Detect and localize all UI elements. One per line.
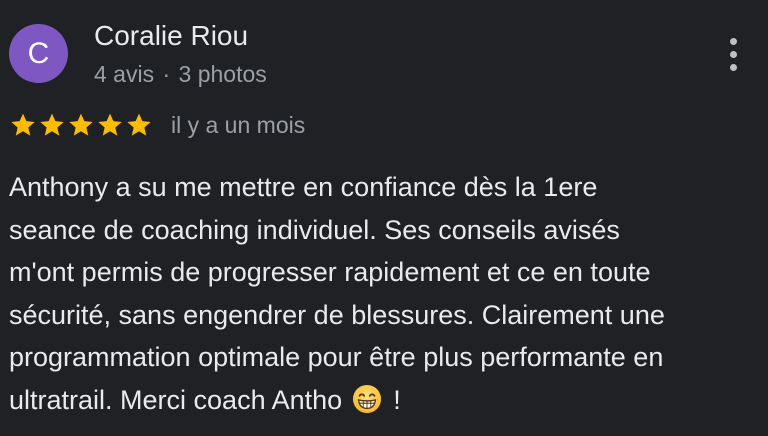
star-rating — [9, 111, 153, 139]
review-text-line: m'ont permis de progresser rapidement et… — [9, 257, 651, 287]
star-icon — [40, 113, 64, 136]
photo-count: 3 photos — [178, 61, 267, 87]
review-date: il y a un mois — [171, 112, 306, 138]
review-text-suffix: ! — [393, 384, 401, 415]
star-icon — [98, 113, 122, 136]
meta-separator: · — [162, 61, 171, 87]
avatar-initial: C — [27, 36, 50, 70]
star-icon — [127, 113, 151, 136]
avatar[interactable]: C — [9, 24, 68, 83]
review-card: C Coralie Riou 4 avis · 3 photos il y a … — [0, 0, 768, 436]
author-meta: 4 avis · 3 photos — [94, 59, 267, 89]
rating-row: il y a un mois — [9, 108, 305, 142]
more-options-button[interactable] — [716, 32, 750, 76]
more-vert-icon-dot — [729, 63, 737, 71]
review-count: 4 avis — [94, 61, 155, 87]
star-icon — [11, 113, 35, 136]
review-text-line: sécurité, sans engendrer de blessures. C… — [9, 299, 665, 330]
grin-emoji-icon — [352, 384, 381, 413]
review-text-line: seance de coaching individuel. Ses conse… — [9, 214, 620, 245]
review-text-line: programmation optimale pour être plus pe… — [9, 342, 664, 372]
more-vert-icon-dot — [729, 50, 737, 58]
review-text-line: Anthony a su me mettre en confiance dès … — [9, 172, 598, 202]
star-icon — [69, 113, 93, 136]
more-vert-icon — [729, 37, 737, 45]
review-text: Anthony a su me mettre en confiance dès … — [9, 166, 761, 421]
review-text-line: ultratrail. Merci coach Antho — [9, 384, 343, 415]
author-name[interactable]: Coralie Riou — [94, 18, 248, 54]
